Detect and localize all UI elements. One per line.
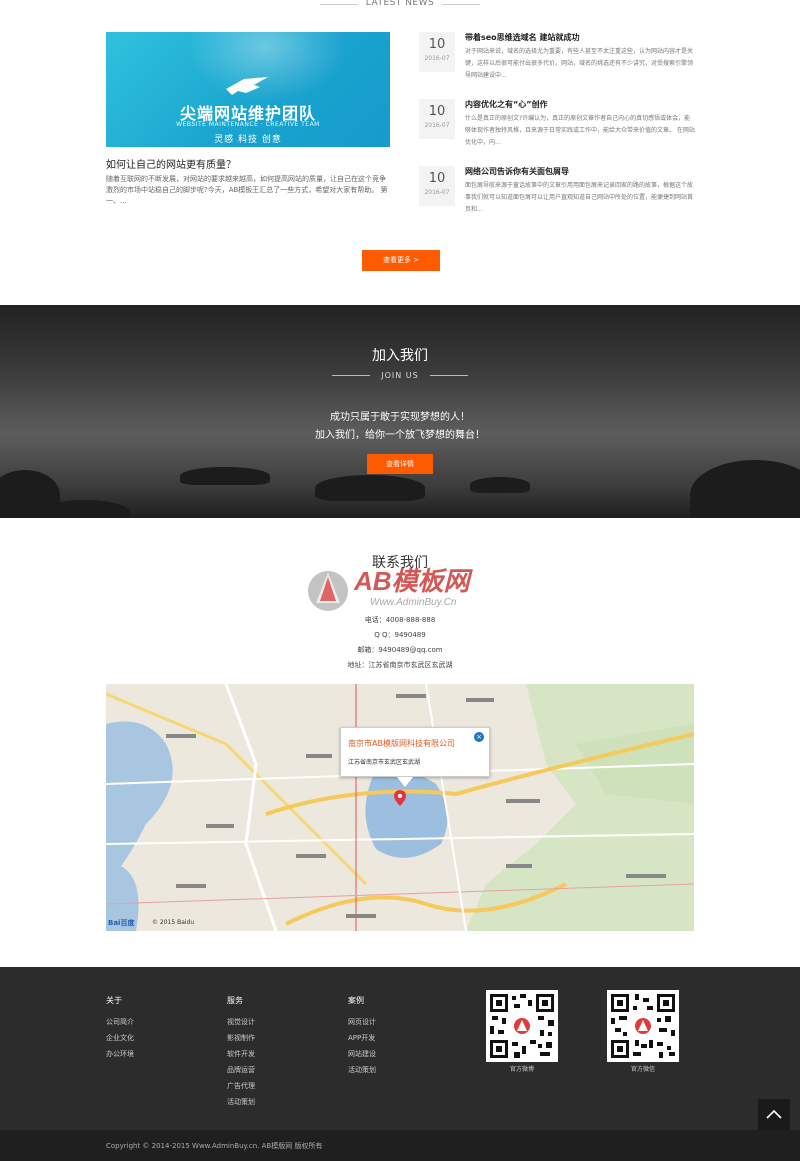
close-icon[interactable]: × bbox=[474, 732, 484, 742]
page: LATEST NEWS 尖端网站维护团队 WEBSITE MAINTENANCE… bbox=[0, 0, 800, 1161]
news-title[interactable]: 网络公司告诉你有关面包屑导 bbox=[465, 166, 569, 177]
footer-link[interactable]: 网站建设 bbox=[348, 1049, 376, 1059]
news-heading-label: LATEST NEWS bbox=[365, 0, 435, 8]
map-popup-address: 江苏省南京市玄武区玄武湖 bbox=[348, 759, 421, 766]
footer-link[interactable]: 网页设计 bbox=[348, 1017, 376, 1027]
map-popup-company: 南京市AB模版网科技有限公司 bbox=[348, 739, 455, 748]
footer-link[interactable]: 企业文化 bbox=[106, 1033, 134, 1043]
news-item[interactable]: 10 2016-07 内容优化之有“心”创作 什么是真正的原创文?许编认为，真正… bbox=[419, 99, 699, 155]
contact-phone: 电话：4008-888-888 bbox=[364, 616, 436, 624]
join-us-section: 加入我们 JOIN US 成功只属于敢于实现梦想的人！ 加入我们，给你一个放飞梦… bbox=[0, 305, 800, 518]
rock bbox=[470, 477, 530, 493]
news-day: 10 bbox=[428, 171, 446, 186]
contact-address: 地址：江苏省南京市玄武区玄武湖 bbox=[347, 661, 453, 669]
footer-link[interactable]: APP开发 bbox=[348, 1033, 375, 1043]
map-marker-icon[interactable] bbox=[394, 790, 406, 806]
footer-link[interactable]: 办公环境 bbox=[106, 1049, 134, 1059]
news-heading: LATEST NEWS bbox=[0, 0, 800, 12]
baidu-copyright: © 2015 Baidu bbox=[152, 919, 195, 926]
join-slogan-2: 加入我们，给你一个放飞梦想的舞台！ bbox=[315, 430, 485, 441]
feature-news-title[interactable]: 如何让自己的网站更有质量？ bbox=[106, 156, 236, 171]
footer-col-title: 服务 bbox=[227, 996, 243, 1005]
watermark-logo: AB模板网 Www.AdminBuy.Cn bbox=[308, 566, 474, 611]
rock bbox=[180, 467, 270, 485]
heading-divider bbox=[442, 4, 480, 5]
footer-link[interactable]: 影视制作 bbox=[227, 1033, 255, 1043]
feature-image-subtitle: WEBSITE MAINTENANCE · CREATIVE TEAM bbox=[176, 121, 320, 128]
news-year-month: 2016-07 bbox=[424, 122, 450, 129]
contact-email: 邮箱：9490489@qq.com bbox=[357, 646, 443, 654]
footer-col-title: 关于 bbox=[106, 996, 122, 1005]
join-subtitle: JOIN US bbox=[381, 371, 419, 380]
news-date: 10 2016-07 bbox=[419, 32, 455, 72]
news-item[interactable]: 10 2016-07 带着seo思维选域名 建站就成功 对于网站来说，域名的选择… bbox=[419, 32, 699, 88]
join-slogan-1: 成功只属于敢于实现梦想的人！ bbox=[330, 412, 470, 423]
news-year-month: 2016-07 bbox=[424, 189, 450, 196]
news-date: 10 2016-07 bbox=[419, 166, 455, 206]
qr-label: 官方微博 bbox=[509, 1066, 534, 1073]
news-desc: 面包屑导航来源于童话故事中的文章引用用面包屑来记录回家的路的故事，根据这个故事我… bbox=[465, 182, 694, 213]
news-desc: 什么是真正的原创文?许编认为，真正的原创文章作者自己内心的真切感悟或体会，能够体… bbox=[465, 115, 695, 146]
popup-tail bbox=[397, 777, 413, 787]
baidu-logo[interactable]: Bai百度 bbox=[108, 918, 134, 928]
more-news-button[interactable]: 查看更多 > bbox=[362, 250, 440, 271]
news-day: 10 bbox=[428, 104, 446, 119]
footer-link[interactable]: 公司简介 bbox=[106, 1017, 134, 1027]
watermark-url: Www.AdminBuy.Cn bbox=[370, 597, 457, 608]
footer-link[interactable]: 视觉设计 bbox=[227, 1017, 255, 1027]
eagle-logo-icon bbox=[226, 77, 268, 95]
news-desc: 对于网站来说，域名的选择尤为重要，有些人甚至不太注重这些，认为网站内容才是关键，… bbox=[465, 48, 694, 79]
footer-link[interactable]: 广告代理 bbox=[227, 1081, 255, 1091]
contact-qq: Q Q：9490489 bbox=[374, 631, 426, 639]
rock bbox=[40, 500, 130, 518]
watermark-brand: AB模板网 bbox=[353, 566, 474, 596]
join-title: 加入我们 bbox=[372, 348, 428, 364]
qr-label: 官方微信 bbox=[630, 1066, 655, 1073]
footer-link[interactable]: 活动策划 bbox=[227, 1097, 255, 1107]
feature-news-image[interactable]: 尖端网站维护团队 WEBSITE MAINTENANCE · CREATIVE … bbox=[106, 32, 390, 147]
baidu-map[interactable] bbox=[106, 684, 694, 931]
news-title[interactable]: 带着seo思维选域名 建站就成功 bbox=[465, 32, 579, 43]
rock bbox=[315, 475, 425, 501]
join-details-button[interactable]: 查看详情 bbox=[367, 454, 433, 474]
weibo-qr-code bbox=[486, 990, 558, 1062]
footer-link[interactable]: 活动策划 bbox=[348, 1065, 376, 1075]
news-item[interactable]: 10 2016-07 网络公司告诉你有关面包屑导 面包屑导航来源于童话故事中的文… bbox=[419, 166, 699, 222]
back-to-top-button[interactable] bbox=[758, 1099, 790, 1131]
join-divider bbox=[430, 375, 468, 376]
news-year-month: 2016-07 bbox=[424, 55, 450, 62]
news-title[interactable]: 内容优化之有“心”创作 bbox=[465, 99, 548, 110]
map-canvas bbox=[106, 684, 694, 931]
map-info-window: 南京市AB模版网科技有限公司 江苏省南京市玄武区玄武湖 × bbox=[340, 727, 490, 787]
footer-link[interactable]: 品牌运营 bbox=[227, 1065, 255, 1075]
copyright-text: Copyright © 2014-2015 Www.AdminBuy.cn. A… bbox=[106, 1142, 323, 1150]
footer-col-title: 案例 bbox=[348, 996, 364, 1005]
wechat-qr-code bbox=[607, 990, 679, 1062]
news-date: 10 2016-07 bbox=[419, 99, 455, 139]
feature-image-tags: 灵感 科技 创意 bbox=[214, 135, 282, 145]
feature-news-desc: 随着互联网的不断发展，对网站的要求越来越高，如何提高网站的质量，让自己在这个竞争… bbox=[106, 175, 388, 205]
news-day: 10 bbox=[428, 37, 446, 52]
footer: 关于 公司简介 企业文化 办公环境 服务 视觉设计 影视制作 软件开发 品牌运营… bbox=[0, 967, 800, 1130]
chevron-up-icon bbox=[766, 1109, 782, 1119]
footer-link[interactable]: 软件开发 bbox=[227, 1049, 255, 1059]
